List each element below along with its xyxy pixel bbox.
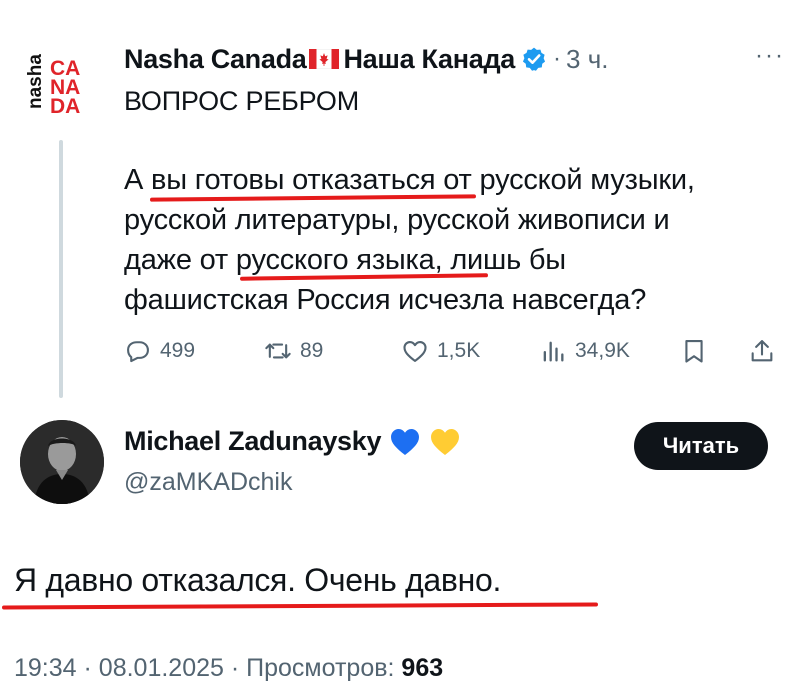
repost-button[interactable]: 89 bbox=[264, 334, 323, 368]
post-time[interactable]: 3 ч. bbox=[566, 44, 608, 75]
reply-count: 499 bbox=[160, 339, 196, 362]
blue-heart-icon bbox=[389, 427, 421, 457]
canada-flag-icon bbox=[309, 49, 340, 69]
yellow-heart-icon bbox=[429, 427, 461, 457]
share-icon bbox=[751, 340, 773, 362]
post-body-line: фашистская Россия исчезла навсегда? bbox=[124, 284, 647, 316]
source-post-header: Nasha Canada Наша Канада · 3 ч. bbox=[124, 42, 608, 76]
verified-badge-icon[interactable] bbox=[521, 46, 547, 72]
nasha-canada-logo: nasha CA NA DA bbox=[20, 43, 100, 123]
more-options-icon[interactable]: ··· bbox=[752, 44, 788, 70]
share-button[interactable] bbox=[748, 334, 784, 368]
reply-icon bbox=[127, 341, 149, 363]
reply-author-name[interactable]: Michael Zadunaysky bbox=[124, 426, 461, 457]
like-count: 1,5K bbox=[437, 339, 481, 362]
author-name-latin[interactable]: Nasha Canada bbox=[124, 44, 307, 75]
reply-date[interactable]: 08.01.2025 bbox=[99, 654, 224, 682]
reply-text: Я давно отказался. Очень давно. bbox=[14, 562, 502, 598]
post-body: А вы готовы отказаться от русской музыки… bbox=[124, 160, 774, 320]
post-actions-bar: 499 89 1,5K 34,9K bbox=[124, 334, 784, 368]
reply-author-handle[interactable]: @zaMKADchik bbox=[124, 468, 292, 497]
meta-separator: · bbox=[230, 654, 240, 682]
views-button[interactable]: 34,9K bbox=[539, 334, 630, 368]
reply-time[interactable]: 19:34 bbox=[14, 654, 77, 682]
views-count: 34,9K bbox=[575, 339, 630, 362]
like-button[interactable]: 1,5K bbox=[401, 334, 480, 368]
reply-author-name-text[interactable]: Michael Zadunaysky bbox=[124, 426, 382, 457]
red-underline-annotation bbox=[1, 602, 599, 610]
heart-outline-icon bbox=[403, 340, 427, 362]
meta-separator: · bbox=[553, 45, 562, 72]
meta-separator: · bbox=[83, 654, 92, 682]
thread-connector-line bbox=[59, 140, 63, 398]
user-avatar[interactable] bbox=[20, 420, 104, 504]
repost-icon bbox=[265, 343, 291, 359]
post-headline: ВОПРОС РЕБРОМ bbox=[124, 86, 359, 116]
follow-button[interactable]: Читать bbox=[634, 422, 768, 470]
bookmark-icon bbox=[685, 340, 703, 363]
repost-count: 89 bbox=[300, 339, 324, 362]
analytics-icon bbox=[543, 341, 564, 362]
user-photo bbox=[20, 420, 104, 504]
views-label: Просмотров: bbox=[246, 654, 395, 682]
reply-button[interactable]: 499 bbox=[124, 334, 195, 368]
post-body-line: русской литературы, русской живописи и bbox=[124, 204, 670, 236]
reply-meta: 19:34 · 08.01.2025 · Просмотров: 963 bbox=[14, 654, 443, 683]
reply-views-count: 963 bbox=[401, 654, 444, 682]
org-avatar[interactable]: nasha CA NA DA bbox=[20, 43, 100, 123]
svg-text:DA: DA bbox=[50, 95, 80, 118]
svg-text:nasha: nasha bbox=[25, 54, 46, 109]
author-name-cyrillic[interactable]: Наша Канада bbox=[343, 44, 515, 75]
bookmark-button[interactable] bbox=[680, 334, 716, 368]
